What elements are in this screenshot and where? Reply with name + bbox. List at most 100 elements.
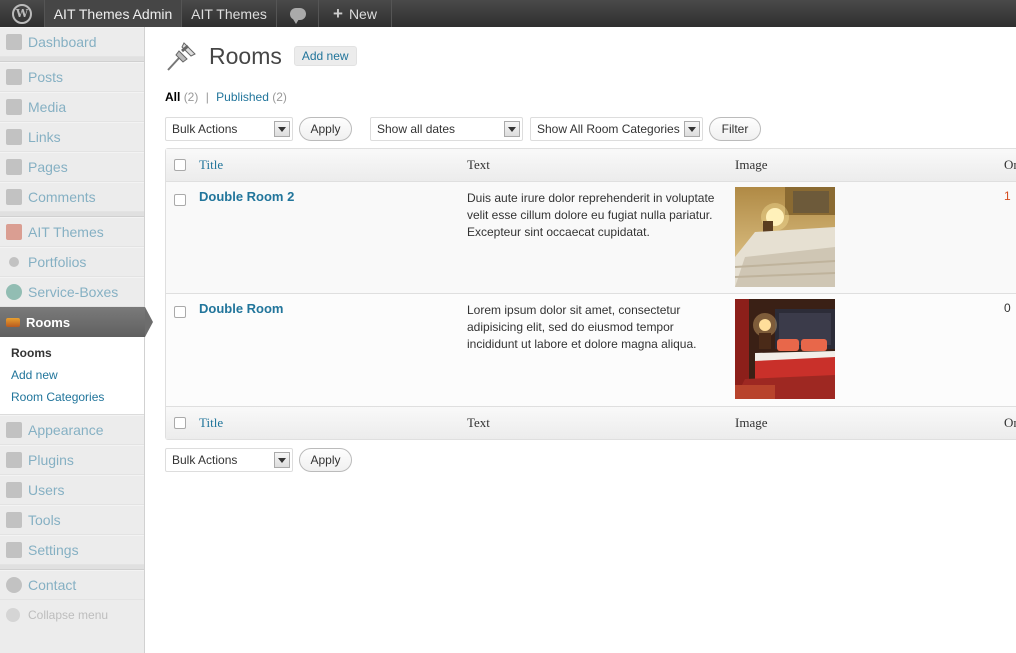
filter-all-count: (2) bbox=[183, 90, 199, 104]
row-checkbox[interactable] bbox=[174, 306, 186, 318]
column-title-footer[interactable]: Title bbox=[199, 415, 223, 431]
collapse-arrow-icon bbox=[6, 608, 20, 622]
room-categories-select[interactable]: Show All Room Categories bbox=[530, 117, 703, 141]
wordpress-logo-button[interactable]: W bbox=[0, 0, 45, 27]
bulk-actions-value: Bulk Actions bbox=[172, 122, 238, 136]
comments-button[interactable] bbox=[277, 0, 319, 27]
menu-label: Media bbox=[28, 99, 67, 115]
menu-contact[interactable]: Contact bbox=[0, 570, 144, 600]
menu-tools[interactable]: Tools bbox=[0, 505, 144, 535]
row-order: 0 bbox=[1004, 301, 1011, 315]
submenu-rooms[interactable]: Rooms bbox=[11, 342, 144, 364]
table-row: Double Room 2 Duis aute irure dolor repr… bbox=[166, 182, 1016, 294]
column-image-header: Image bbox=[735, 157, 768, 172]
column-image-footer: Image bbox=[735, 415, 768, 430]
main-content: Rooms Add new All (2) | Published (2) Bu… bbox=[165, 27, 1016, 653]
dates-value: Show all dates bbox=[377, 122, 456, 136]
menu-label: Portfolios bbox=[28, 254, 87, 270]
settings-icon bbox=[6, 542, 22, 558]
media-icon bbox=[6, 99, 22, 115]
menu-label: Settings bbox=[28, 542, 79, 558]
comment-bubble-icon bbox=[289, 7, 306, 24]
column-order-footer[interactable]: Or bbox=[1004, 415, 1016, 431]
select-all-checkbox[interactable] bbox=[174, 417, 186, 429]
collapse-menu-button[interactable]: Collapse menu bbox=[0, 600, 144, 630]
menu-service-boxes[interactable]: Service-Boxes bbox=[0, 277, 144, 307]
appearance-icon bbox=[6, 422, 22, 438]
plus-icon: + bbox=[333, 3, 343, 23]
bulk-actions-select[interactable]: Bulk Actions bbox=[165, 117, 293, 141]
menu-rooms[interactable]: Rooms bbox=[0, 307, 153, 337]
new-label: New bbox=[348, 5, 377, 22]
menu-settings[interactable]: Settings bbox=[0, 535, 144, 565]
select-all-checkbox[interactable] bbox=[174, 159, 186, 171]
tablenav-top: Bulk Actions Apply Show all dates Show A… bbox=[165, 117, 761, 141]
site-name-link[interactable]: AIT Themes Admin bbox=[45, 0, 182, 27]
column-order-header[interactable]: Or bbox=[1004, 157, 1016, 173]
menu-ait-themes[interactable]: AIT Themes bbox=[0, 217, 144, 247]
filter-all-link[interactable]: All bbox=[165, 90, 180, 104]
page-title: Rooms bbox=[209, 42, 282, 69]
row-title-link[interactable]: Double Room 2 bbox=[199, 189, 294, 204]
filter-published-link[interactable]: Published bbox=[216, 90, 269, 104]
column-text-footer: Text bbox=[467, 415, 490, 430]
menu-dashboard[interactable]: Dashboard bbox=[0, 27, 144, 57]
menu-appearance[interactable]: Appearance bbox=[0, 415, 144, 445]
room-categories-value: Show All Room Categories bbox=[537, 122, 680, 136]
bulk-actions-value: Bulk Actions bbox=[172, 453, 238, 467]
menu-label: Posts bbox=[28, 69, 64, 85]
menu-users[interactable]: Users bbox=[0, 475, 144, 505]
rooms-submenu: Rooms Add new Room Categories bbox=[0, 337, 144, 415]
menu-links[interactable]: Links bbox=[0, 122, 144, 152]
filter-button[interactable]: Filter bbox=[709, 117, 761, 141]
status-filter-links: All (2) | Published (2) bbox=[165, 90, 287, 104]
pushpin-icon bbox=[165, 39, 199, 73]
menu-label: Rooms bbox=[26, 314, 71, 330]
dates-select[interactable]: Show all dates bbox=[370, 117, 523, 141]
submenu-add-new[interactable]: Add new bbox=[11, 364, 144, 386]
bed-icon bbox=[6, 317, 20, 327]
menu-pages[interactable]: Pages bbox=[0, 152, 144, 182]
submenu-room-categories[interactable]: Room Categories bbox=[11, 386, 144, 408]
ait-themes-link[interactable]: AIT Themes bbox=[182, 0, 277, 27]
menu-comments[interactable]: Comments bbox=[0, 182, 144, 212]
tablenav-bottom: Bulk Actions Apply bbox=[165, 448, 352, 472]
row-text: Lorem ipsum dolor sit amet, consectetur … bbox=[467, 303, 697, 351]
collapse-label: Collapse menu bbox=[28, 608, 109, 622]
site-name-label: AIT Themes Admin bbox=[53, 5, 173, 22]
tools-icon bbox=[6, 512, 22, 528]
chevron-down-icon bbox=[504, 121, 520, 137]
new-content-button[interactable]: + New bbox=[319, 0, 392, 27]
table-row: Double Room Lorem ipsum dolor sit amet, … bbox=[166, 294, 1016, 406]
ait-themes-label: AIT Themes bbox=[191, 5, 267, 22]
rooms-table: Title Text Image Or Double Room 2 Duis a… bbox=[165, 148, 1016, 440]
apply-button[interactable]: Apply bbox=[299, 448, 352, 472]
ait-themes-icon bbox=[6, 224, 22, 240]
row-order: 1 bbox=[1004, 189, 1011, 203]
bulk-actions-select[interactable]: Bulk Actions bbox=[165, 448, 293, 472]
page-header: Rooms Add new bbox=[165, 39, 357, 73]
table-header: Title Text Image Or bbox=[166, 149, 1016, 182]
apply-button[interactable]: Apply bbox=[299, 117, 352, 141]
menu-posts[interactable]: Posts bbox=[0, 62, 144, 92]
pages-icon bbox=[6, 159, 22, 175]
row-checkbox[interactable] bbox=[174, 194, 186, 206]
menu-plugins[interactable]: Plugins bbox=[0, 445, 144, 475]
chevron-down-icon bbox=[684, 121, 700, 137]
row-text: Duis aute irure dolor reprehenderit in v… bbox=[467, 191, 715, 239]
filter-published-count: (2) bbox=[272, 90, 287, 104]
menu-label: Users bbox=[28, 482, 65, 498]
menu-label: Tools bbox=[28, 512, 61, 528]
room-thumbnail bbox=[735, 299, 835, 399]
contact-icon bbox=[6, 577, 22, 593]
menu-label: Service-Boxes bbox=[28, 284, 119, 300]
column-title-header[interactable]: Title bbox=[199, 157, 223, 173]
menu-label: Links bbox=[28, 129, 61, 145]
admin-sidebar: Dashboard Posts Media Links Pages Commen… bbox=[0, 27, 153, 653]
add-new-button[interactable]: Add new bbox=[293, 46, 357, 66]
users-icon bbox=[6, 482, 22, 498]
menu-media[interactable]: Media bbox=[0, 92, 144, 122]
row-title-link[interactable]: Double Room bbox=[199, 301, 284, 316]
menu-portfolios[interactable]: Portfolios bbox=[0, 247, 144, 277]
comments-icon bbox=[6, 189, 22, 205]
